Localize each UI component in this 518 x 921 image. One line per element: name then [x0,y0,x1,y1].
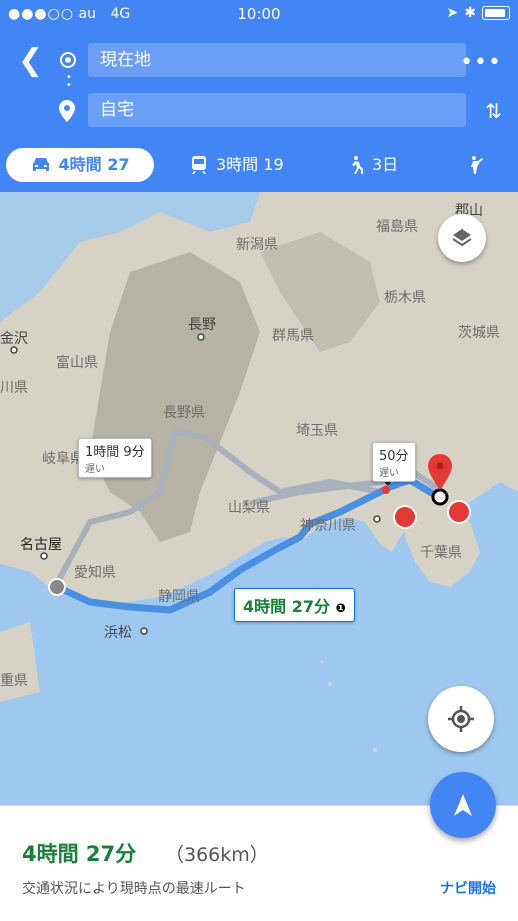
summary-note: 交通状況により現時点の最速ルート [22,881,246,897]
tab-walking[interactable]: 3日 [346,148,398,182]
origin-field[interactable]: 現在地 [88,43,466,77]
alt-route-callout-2[interactable]: 50分 遅い [372,442,416,482]
map-label-left-edge1: 川県 [0,380,28,396]
start-navigation-link[interactable]: ナビ開始 [440,878,496,898]
battery-icon [482,6,510,20]
bluetooth-icon: ✱ [464,5,476,21]
map-label-niigata: 新潟県 [236,237,278,253]
tab-walking-label: 3日 [372,155,399,174]
main-route-callout[interactable]: 4時間 27分 ❶ [234,588,355,622]
route-header: ❮ • • 現在地 自宅 ••• ⇅ [0,30,518,138]
status-bar: ●●●○○ au 4G 10:00 ➤ ✱ [0,0,518,30]
map-label-toyama: 富山県 [56,355,98,371]
destination-pin-icon [59,100,75,122]
walk-icon [352,156,363,174]
ride-icon [471,156,483,174]
layers-button[interactable] [438,214,486,262]
map-label-shizuoka: 静岡県 [158,589,200,605]
status-time: 10:00 [237,5,281,23]
start-navigation-button[interactable] [430,772,496,838]
map-label-chiba: 千葉県 [420,545,462,561]
tab-transit-label: 3時間 19 [216,155,284,174]
map-label-ibaraki: 茨城県 [458,325,500,341]
info-icon: ❶ [335,601,346,615]
location-arrow-icon: ➤ [446,5,459,21]
tab-transit[interactable]: 3時間 19 [190,148,284,182]
back-button[interactable]: ❮ [18,46,43,76]
destination-field[interactable]: 自宅 [88,93,466,127]
travel-mode-tabs: 4時間 27 3時間 19 3日 [0,138,518,192]
route-connector-icon: • • [66,72,72,91]
map-label-nagoya: 名古屋 [20,537,62,553]
alt-route-1-time: 1時間 9分 [85,445,145,460]
my-location-button[interactable] [428,686,494,752]
map-view[interactable]: 郡山 福島県 新潟県 栃木県 茨城県 長野 群馬県 金沢 富山県 川県 長野県 … [0,192,518,805]
swap-route-icon[interactable]: ⇅ [485,99,502,123]
map-label-left-edge2: 重県 [0,673,28,689]
alt-route-1-note: 遅い [85,464,105,475]
navigation-arrow-icon [454,794,472,816]
main-route-time: 4時間 27分 [243,597,330,616]
map-label-nagano: 長野県 [163,405,205,421]
train-icon [192,156,206,174]
tab-driving[interactable]: 4時間 27 [6,148,154,182]
end-marker [431,488,449,506]
status-right: ➤ ✱ [447,5,510,21]
summary-time: 4時間 27分 [22,842,137,866]
map-label-aichi: 愛知県 [74,565,116,581]
alt-route-2-time: 50分 [379,449,409,464]
tab-driving-label: 4時間 27 [58,155,130,174]
layers-icon [452,229,472,247]
map-label-kanazawa: 金沢 [0,331,28,347]
map-label-tochigi: 栃木県 [384,290,426,306]
map-label-saitama: 埼玉県 [296,423,338,439]
summary-distance: （366km） [165,844,269,866]
map-label-nagano-city: 長野 [188,317,216,333]
car-icon [32,158,49,171]
start-marker [48,578,66,596]
origin-dot-icon [60,52,76,68]
map-label-kanagawa: 神奈川県 [300,518,356,534]
map-label-yamanashi: 山梨県 [228,500,270,516]
alt-route-callout-1[interactable]: 1時間 9分 遅い [78,438,152,478]
tab-ride[interactable] [466,148,484,182]
crosshair-icon [448,706,474,732]
map-label-hamamatsu: 浜松 [104,625,132,641]
alt-route-2-note: 遅い [379,468,399,479]
map-label-gunma: 群馬県 [272,328,314,344]
more-options-icon[interactable]: ••• [460,50,502,75]
map-label-fukushima: 福島県 [376,219,418,235]
